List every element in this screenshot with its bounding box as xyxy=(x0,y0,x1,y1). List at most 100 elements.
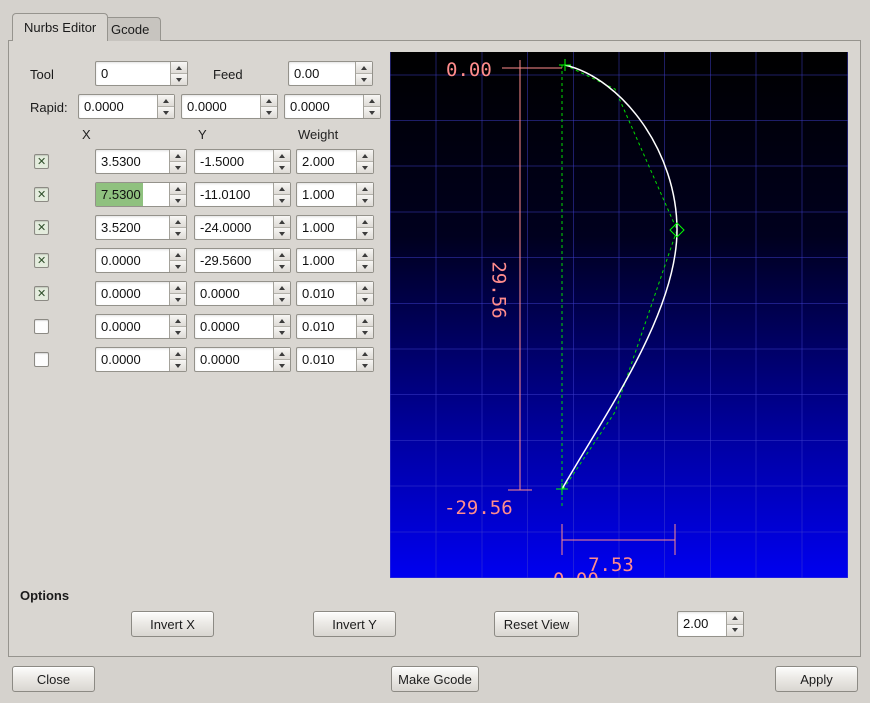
point-weight-value[interactable]: 0.010 xyxy=(297,348,356,371)
spin-down-button[interactable] xyxy=(364,107,380,118)
invert-x-button[interactable]: Invert X xyxy=(131,611,214,637)
spin-down-button[interactable] xyxy=(171,74,187,85)
spin-up-button[interactable] xyxy=(170,348,186,360)
close-button[interactable]: Close xyxy=(12,666,95,692)
point-x-spinbox[interactable]: 3.5200 xyxy=(95,215,187,240)
point-weight-value[interactable]: 1.000 xyxy=(297,216,356,239)
scale-spinbox[interactable]: 2.00 xyxy=(677,611,744,637)
spin-down-button[interactable] xyxy=(357,261,373,272)
spin-down-button[interactable] xyxy=(274,360,290,371)
tool-value[interactable]: 0 xyxy=(96,62,170,85)
point-x-spinbox[interactable]: 0.0000 xyxy=(95,281,187,306)
point-x-value[interactable]: 3.5300 xyxy=(96,150,169,173)
tool-spinbox[interactable]: 0 xyxy=(95,61,188,86)
spin-up-button[interactable] xyxy=(170,216,186,228)
point-weight-spinbox[interactable]: 0.010 xyxy=(296,347,374,372)
point-y-value[interactable]: 0.0000 xyxy=(195,282,273,305)
spin-up-button[interactable] xyxy=(274,348,290,360)
point-weight-value[interactable]: 1.000 xyxy=(297,249,356,272)
point-weight-spinbox[interactable]: 1.000 xyxy=(296,248,374,273)
spin-down-button[interactable] xyxy=(170,294,186,305)
spin-down-button[interactable] xyxy=(274,228,290,239)
spin-down-button[interactable] xyxy=(274,195,290,206)
spin-down-button[interactable] xyxy=(357,360,373,371)
spin-down-button[interactable] xyxy=(274,294,290,305)
point-x-spinbox[interactable]: 0.0000 xyxy=(95,314,187,339)
point-enable-checkbox[interactable] xyxy=(34,352,49,367)
make-gcode-button[interactable]: Make Gcode xyxy=(391,666,479,692)
point-weight-spinbox[interactable]: 0.010 xyxy=(296,281,374,306)
rapid-spinbox-2[interactable]: 0.0000 xyxy=(181,94,278,119)
rapid-spinbox-1[interactable]: 0.0000 xyxy=(78,94,175,119)
point-weight-spinbox[interactable]: 2.000 xyxy=(296,149,374,174)
spin-down-button[interactable] xyxy=(357,162,373,173)
point-x-spinbox[interactable]: 7.5300 xyxy=(95,182,187,207)
spin-up-button[interactable] xyxy=(170,249,186,261)
spin-down-button[interactable] xyxy=(274,261,290,272)
point-y-spinbox[interactable]: 0.0000 xyxy=(194,347,291,372)
spin-down-button[interactable] xyxy=(170,162,186,173)
spin-down-button[interactable] xyxy=(274,327,290,338)
point-y-spinbox[interactable]: -1.5000 xyxy=(194,149,291,174)
tab-gcode[interactable]: Gcode xyxy=(99,17,162,41)
point-enable-checkbox[interactable] xyxy=(34,319,49,334)
point-x-value[interactable]: 3.5200 xyxy=(96,216,169,239)
spin-up-button[interactable] xyxy=(170,315,186,327)
point-enable-checkbox[interactable] xyxy=(34,220,49,235)
spin-down-button[interactable] xyxy=(170,360,186,371)
point-weight-spinbox[interactable]: 1.000 xyxy=(296,182,374,207)
point-y-spinbox[interactable]: -29.5600 xyxy=(194,248,291,273)
point-y-value[interactable]: -29.5600 xyxy=(195,249,273,272)
point-enable-checkbox[interactable] xyxy=(34,253,49,268)
spin-up-button[interactable] xyxy=(274,249,290,261)
point-x-spinbox[interactable]: 0.0000 xyxy=(95,347,187,372)
spin-up-button[interactable] xyxy=(274,282,290,294)
spin-down-button[interactable] xyxy=(356,74,372,85)
spin-down-button[interactable] xyxy=(170,195,186,206)
spin-up-button[interactable] xyxy=(357,348,373,360)
spin-down-button[interactable] xyxy=(357,228,373,239)
spin-up-button[interactable] xyxy=(357,315,373,327)
spin-up-button[interactable] xyxy=(357,183,373,195)
scale-value[interactable]: 2.00 xyxy=(678,612,726,636)
spin-down-button[interactable] xyxy=(170,327,186,338)
spin-down-button[interactable] xyxy=(357,327,373,338)
spin-up-button[interactable] xyxy=(357,282,373,294)
point-x-value[interactable]: 0.0000 xyxy=(96,315,169,338)
rapid-value-2[interactable]: 0.0000 xyxy=(182,95,260,118)
point-weight-value[interactable]: 0.010 xyxy=(297,315,356,338)
spin-up-button[interactable] xyxy=(170,282,186,294)
spin-down-button[interactable] xyxy=(170,228,186,239)
point-x-value[interactable]: 0.0000 xyxy=(96,348,169,371)
point-y-value[interactable]: -11.0100 xyxy=(195,183,273,206)
point-y-spinbox[interactable]: 0.0000 xyxy=(194,314,291,339)
spin-down-button[interactable] xyxy=(357,294,373,305)
invert-y-button[interactable]: Invert Y xyxy=(313,611,396,637)
spin-up-button[interactable] xyxy=(727,612,743,625)
spin-up-button[interactable] xyxy=(274,216,290,228)
point-enable-checkbox[interactable] xyxy=(34,154,49,169)
point-weight-value[interactable]: 2.000 xyxy=(297,150,356,173)
spin-up-button[interactable] xyxy=(171,62,187,74)
spin-down-button[interactable] xyxy=(261,107,277,118)
spin-up-button[interactable] xyxy=(274,150,290,162)
point-x-value[interactable]: 0.0000 xyxy=(96,282,169,305)
spin-down-button[interactable] xyxy=(274,162,290,173)
feed-spinbox[interactable]: 0.00 xyxy=(288,61,373,86)
spin-up-button[interactable] xyxy=(274,315,290,327)
point-weight-spinbox[interactable]: 0.010 xyxy=(296,314,374,339)
point-y-spinbox[interactable]: -11.0100 xyxy=(194,182,291,207)
rapid-spinbox-3[interactable]: 0.0000 xyxy=(284,94,381,119)
spin-down-button[interactable] xyxy=(357,195,373,206)
spin-down-button[interactable] xyxy=(158,107,174,118)
point-y-spinbox[interactable]: -24.0000 xyxy=(194,215,291,240)
point-y-value[interactable]: -24.0000 xyxy=(195,216,273,239)
point-x-value[interactable]: 0.0000 xyxy=(96,249,169,272)
rapid-value-1[interactable]: 0.0000 xyxy=(79,95,157,118)
spin-up-button[interactable] xyxy=(170,150,186,162)
spin-up-button[interactable] xyxy=(357,150,373,162)
tab-nurbs-editor[interactable]: Nurbs Editor xyxy=(12,13,109,41)
spin-up-button[interactable] xyxy=(357,249,373,261)
point-x-value[interactable]: 7.5300 xyxy=(96,183,169,206)
feed-value[interactable]: 0.00 xyxy=(289,62,355,85)
